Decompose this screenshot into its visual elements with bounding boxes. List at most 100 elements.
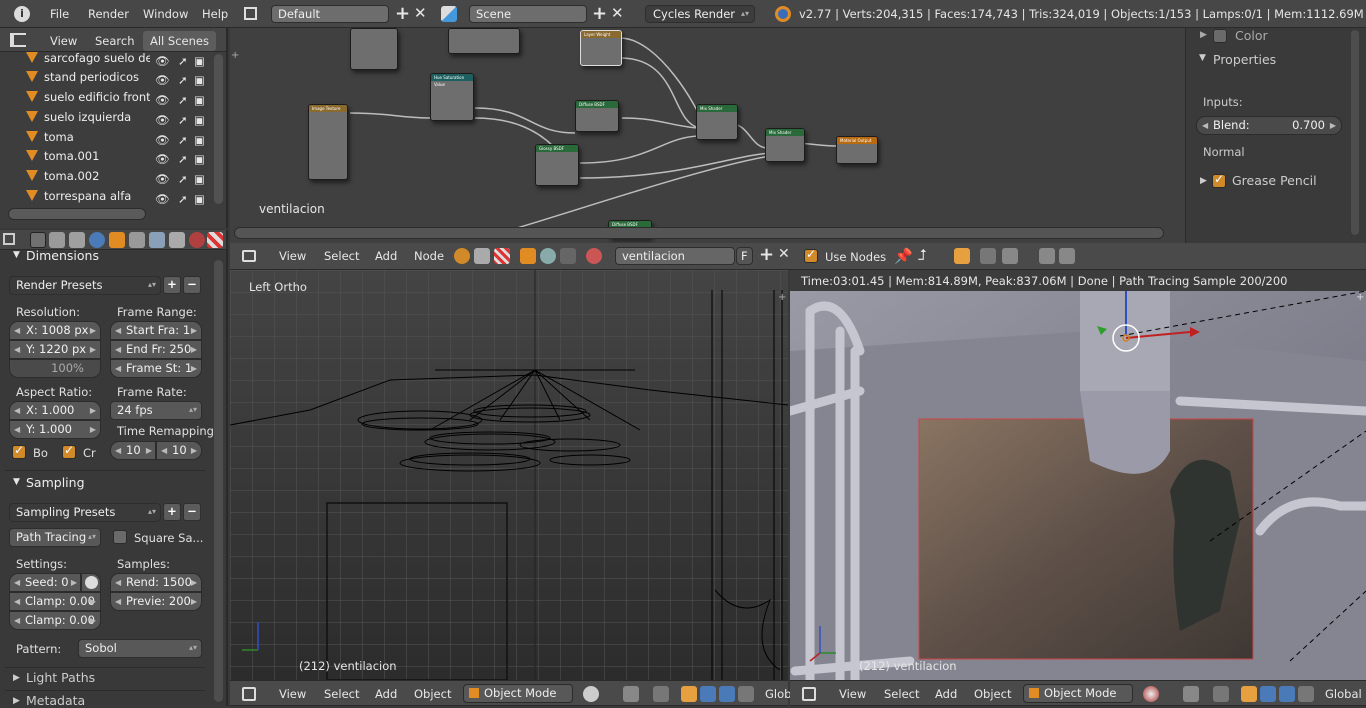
viewport-menu-select[interactable]: Select [884,681,919,707]
light-paths-section[interactable]: Light Paths [26,670,95,685]
cursor-icon[interactable]: ➚ [178,54,188,68]
node-mix-shader-2[interactable]: Mix Shader [765,128,805,162]
plus-icon[interactable]: + [1356,292,1364,303]
frame-step-field[interactable]: ◀ Frame St: 1 ▶ [110,359,202,378]
pin-icon[interactable]: 📌 [894,247,913,265]
viewport-menu-add[interactable]: Add [375,681,397,707]
outliner-tab-search[interactable]: Search [95,34,135,48]
render-samples-field[interactable]: ◀ Rend: 1500 ▶ [110,573,202,592]
orientation-select[interactable]: Global [1325,681,1362,707]
remove-screen-button[interactable]: ✕ [414,4,427,22]
info-editor-icon[interactable]: i [14,6,30,22]
integrator-select[interactable]: Path Tracing ▴▾ [9,528,101,547]
world-shader-icon[interactable] [540,248,556,264]
aspect-y-field[interactable]: ◀ Y: 1.000 ▶ [9,420,101,439]
node-props-vscrollbar[interactable] [1351,30,1359,235]
plus-icon[interactable]: + [231,50,239,61]
collapsed-triangle-icon[interactable]: ▶ [1200,30,1207,40]
material-browse-icon[interactable] [586,248,602,264]
cursor-icon[interactable]: ➚ [178,172,188,186]
pattern-select[interactable]: Sobol ▴▾ [78,639,202,658]
crop-checkbox[interactable] [62,443,76,459]
node-hue-saturation[interactable]: Hue Saturation Value [430,73,474,121]
left-viewport[interactable]: Left Ortho (212) ventilacion + [230,270,788,680]
cursor-icon[interactable]: ➚ [178,73,188,87]
viewport-menu-object[interactable]: Object [414,681,451,707]
menu-file[interactable]: File [50,0,69,28]
camera-icon[interactable]: ▣ [194,113,205,127]
remove-scene-button[interactable]: ✕ [611,4,624,22]
viewport-menu-view[interactable]: View [279,681,306,707]
data-tab-icon[interactable] [169,232,185,248]
translate-icon[interactable] [681,686,697,702]
resolution-y-field[interactable]: ◀ Y: 1220 px ▶ [9,340,101,359]
eye-icon[interactable]: 👁 [155,172,170,186]
copy-nodes-icon[interactable] [1039,248,1055,264]
node-image-texture[interactable]: Image Texture [308,104,348,180]
node-glossy-bsdf[interactable]: Glossy BSDF [535,144,579,186]
aspect-x-field[interactable]: ◀ X: 1.000 ▶ [9,401,101,420]
modifiers-tab-icon[interactable] [149,232,165,248]
properties-vscrollbar[interactable] [214,260,223,702]
collapsed-triangle-icon[interactable]: ▶ [1200,176,1207,186]
scene-icon[interactable] [441,6,457,22]
expanded-triangle-icon[interactable]: ▼ [13,477,20,487]
eye-icon[interactable]: 👁 [155,93,170,107]
node-partial[interactable] [448,28,520,54]
viewport-menu-add[interactable]: Add [935,681,957,707]
sampling-section[interactable]: Sampling [26,475,85,490]
object-tab-icon[interactable] [109,232,125,248]
preview-samples-field[interactable]: ◀ Previe: 200 ▶ [110,592,202,611]
constraints-tab-icon[interactable] [129,232,145,248]
remap-new-field[interactable]: ◀ 10 ▶ [156,441,202,460]
shader-nodes-icon[interactable] [454,248,470,264]
menu-render[interactable]: Render [88,0,129,28]
cursor-icon[interactable]: ➚ [178,152,188,166]
outliner-editor-icon[interactable] [10,33,26,47]
mode-select[interactable]: Object Mode [463,684,573,703]
add-preset-button[interactable]: + [163,276,181,294]
eye-icon[interactable]: 👁 [155,192,170,206]
clamp-direct-field[interactable]: ◀ Clamp: 0.00 ▶ [9,592,101,611]
pivot-icon[interactable] [623,686,639,702]
dimensions-section[interactable]: Dimensions [26,248,99,263]
properties-editor-icon[interactable] [3,233,15,245]
rotate-icon[interactable] [1260,686,1276,702]
scene-tab-icon[interactable] [69,232,85,248]
orientation-select[interactable]: Glob [765,681,791,707]
snap-icon[interactable] [954,248,970,264]
translate-icon[interactable] [1241,686,1257,702]
3d-view-type-icon[interactable] [802,687,816,701]
color-section[interactable]: Color [1235,28,1268,43]
collapsed-triangle-icon[interactable]: ▶ [13,696,20,706]
snap-element-icon[interactable] [980,248,996,264]
cursor-icon[interactable]: ➚ [178,133,188,147]
eye-icon[interactable]: 👁 [155,54,170,68]
remove-sampling-preset-button[interactable]: − [183,503,201,521]
node-material-output[interactable]: Material Output [836,136,878,164]
grease-pencil-checkbox[interactable] [1212,172,1226,188]
camera-icon[interactable]: ▣ [194,54,205,68]
render-layers-icon[interactable] [49,232,65,248]
rendered-shading-icon[interactable] [1143,686,1159,702]
outliner-tab-view[interactable]: View [50,34,77,48]
right-viewport[interactable]: Time:03:01.45 | Mem:814.89M, Peak:837.06… [790,270,1366,680]
texture-tab-icon[interactable] [207,232,223,248]
end-frame-field[interactable]: ◀ End Fr: 250 ▶ [110,340,202,359]
screen-layout-field[interactable]: Default [271,5,389,23]
pivot-icon[interactable] [1183,686,1199,702]
resolution-x-field[interactable]: ◀ X: 1008 px ▶ [9,321,101,340]
node-layer-weight[interactable]: Layer Weight [580,30,622,66]
rotate-icon[interactable] [700,686,716,702]
node-menu-node[interactable]: Node [414,243,444,269]
scale-icon[interactable] [1279,686,1295,702]
cursor-icon[interactable]: ➚ [178,113,188,127]
start-frame-field[interactable]: ◀ Start Fra: 1 ▶ [110,321,202,340]
move-arrow-icon[interactable] [1298,686,1314,702]
move-arrow-icon[interactable] [738,686,754,702]
eye-icon[interactable]: 👁 [155,73,170,87]
expanded-triangle-icon[interactable]: ▼ [1199,53,1206,63]
material-tab-icon[interactable] [189,232,205,248]
3d-view-type-icon[interactable] [242,687,256,701]
compositing-nodes-icon[interactable] [474,248,490,264]
